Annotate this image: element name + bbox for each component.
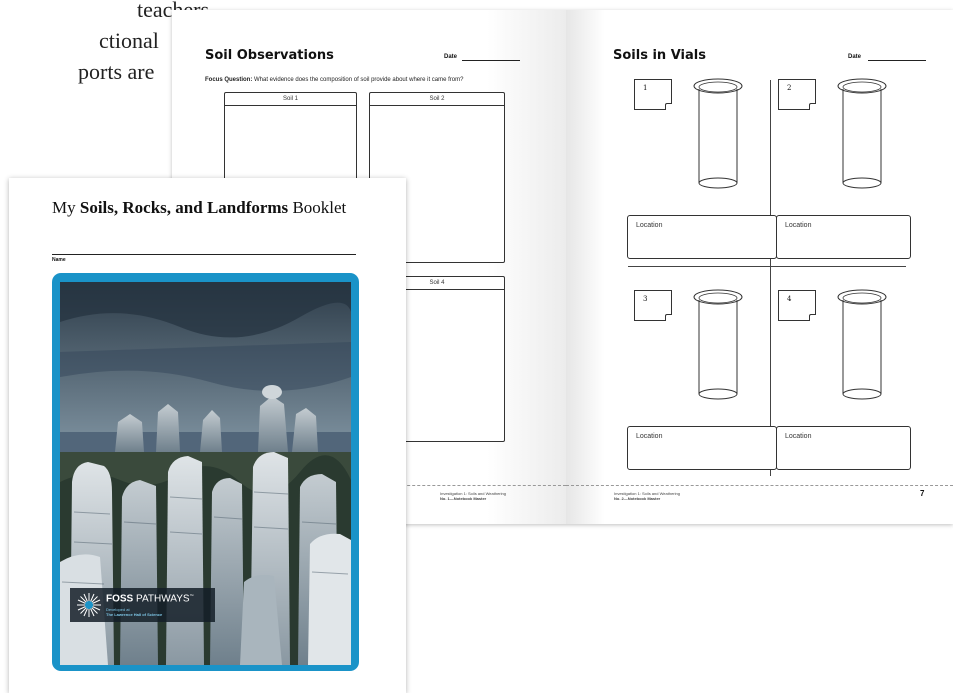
cutoff-line-2: ctional: [99, 28, 159, 53]
cutoff-line-3: ports are: [78, 59, 155, 84]
date-label: Date: [444, 54, 458, 60]
vial-number: 4: [787, 295, 792, 303]
focus-label: Focus Question:: [205, 77, 253, 83]
vial-number: 2: [787, 84, 792, 92]
horizontal-divider: [628, 266, 906, 267]
badge-line-2: The Lawrence Hall of Science: [106, 612, 163, 617]
date-label: Date: [848, 54, 862, 60]
soil-box-header: Soil 2: [370, 93, 504, 106]
location-box-2: Location: [776, 215, 911, 259]
trademark: ™: [189, 593, 194, 598]
booklet-cover: My Soils, Rocks, and Landforms Booklet N…: [9, 178, 406, 693]
vial-icon: [693, 78, 743, 189]
cover-photo: FOSS PATHWAYS™ Developed at The Lawrence…: [60, 282, 351, 665]
footer-line-2: No. 1—Notebook Master: [440, 496, 487, 501]
location-label: Location: [785, 222, 812, 229]
vertical-divider: [770, 80, 771, 476]
vial-icon: [837, 78, 887, 189]
vial-icon: [837, 289, 887, 400]
title-bold: Soils, Rocks, and Landforms: [79, 198, 289, 217]
location-label: Location: [785, 433, 812, 440]
right-page: Soils in Vials Date 1 Location 2 Locatio…: [566, 10, 953, 524]
page-title: Soil Observations: [205, 48, 334, 63]
vial-number-tag: 1: [634, 79, 672, 110]
vial-number-tag: 3: [634, 290, 672, 321]
date-line: [462, 60, 520, 61]
page-title: Soils in Vials: [613, 48, 706, 63]
footer-line-2: No. 2—Notebook Master: [614, 496, 661, 501]
name-line: [52, 254, 356, 255]
badge-subtitle: Developed at The Lawrence Hall of Scienc…: [106, 607, 162, 617]
focus-question: Focus Question: What evidence does the c…: [205, 77, 463, 83]
vial-number: 3: [643, 295, 648, 303]
vial-number-tag: 4: [778, 290, 816, 321]
title-suffix: Booklet: [288, 198, 347, 217]
date-line: [868, 60, 926, 61]
page-footer: Investigation 1: Soils and Weathering No…: [440, 491, 506, 501]
badge-title: FOSS PATHWAYS™: [106, 593, 194, 604]
location-box-4: Location: [776, 426, 911, 470]
name-label: Name: [52, 257, 66, 263]
location-box-3: Location: [627, 426, 777, 470]
vial-number-tag: 2: [778, 79, 816, 110]
soil-box-header: Soil 1: [225, 93, 356, 106]
booklet-title: My Soils, Rocks, and Landforms Booklet: [52, 198, 346, 218]
location-label: Location: [636, 433, 663, 440]
page-footer: Investigation 1: Soils and Weathering No…: [614, 491, 680, 501]
badge-name: PATHWAYS: [133, 593, 190, 605]
vial-icon: [693, 289, 743, 400]
focus-text: What evidence does the composition of so…: [254, 77, 464, 83]
location-box-1: Location: [627, 215, 777, 259]
starburst-logo-icon: [77, 593, 101, 617]
badge-brand: FOSS: [106, 593, 134, 605]
location-label: Location: [636, 222, 663, 229]
footer-rule: [566, 485, 953, 486]
page-number: 7: [920, 489, 925, 498]
foss-pathways-badge: FOSS PATHWAYS™ Developed at The Lawrence…: [70, 588, 215, 622]
title-prefix: My: [52, 198, 80, 217]
vial-number: 1: [643, 84, 648, 92]
